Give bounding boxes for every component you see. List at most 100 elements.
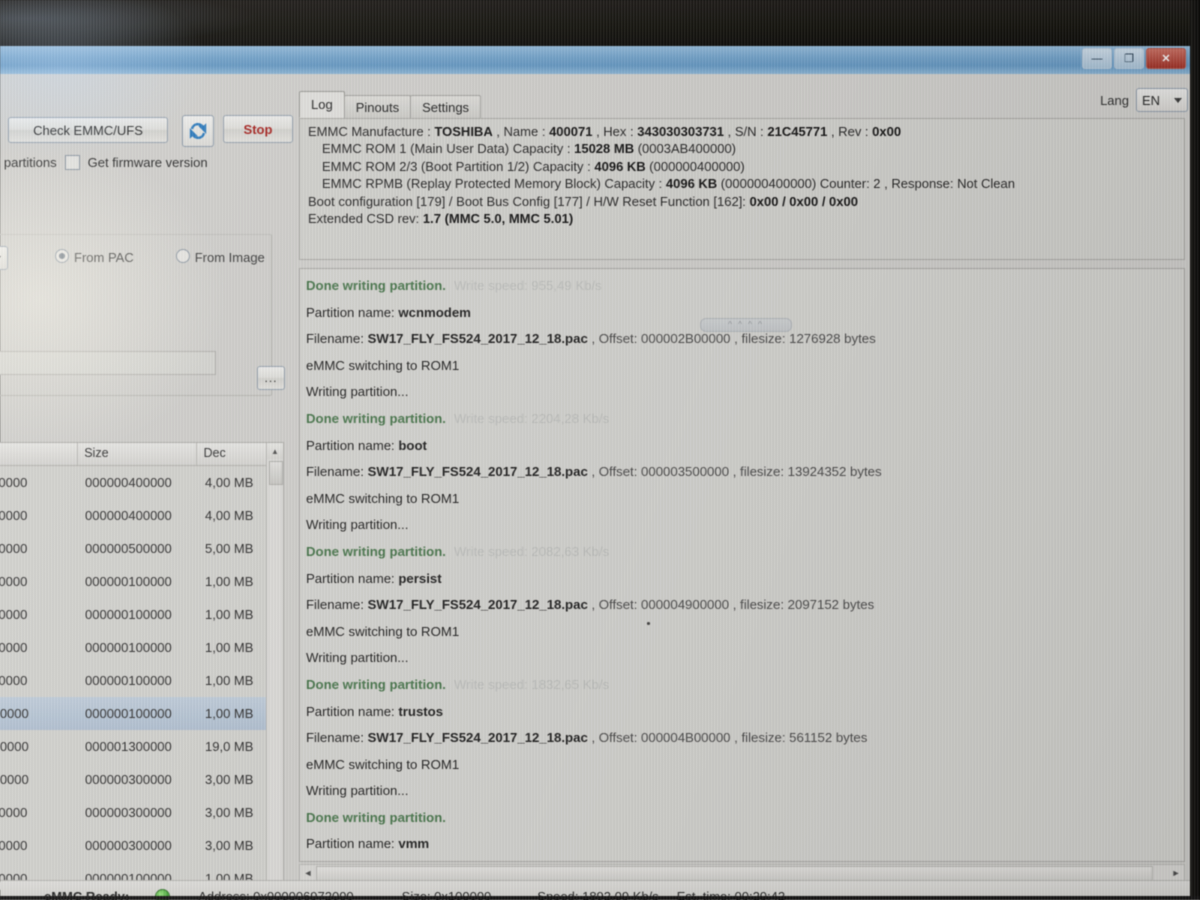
- table-row[interactable]: 0000000000 000000400000 4,00 MB: [0, 499, 283, 532]
- tab-log[interactable]: Log: [299, 91, 345, 118]
- scroll-left-arrow-icon[interactable]: ◄: [300, 865, 316, 881]
- tab-bar: Log Pinouts Settings: [299, 91, 482, 118]
- log-write-speed: Write speed: 955,49 Kb/s: [453, 278, 602, 293]
- table-row[interactable]: 0000B00000 000001300000 19,0 MB: [0, 730, 283, 763]
- table-cell: 000000300000: [85, 772, 172, 787]
- table-cell: 4,00 MB: [205, 508, 254, 523]
- maximize-button[interactable]: ❐: [1114, 48, 1144, 69]
- table-cell: 000000100000: [85, 607, 172, 622]
- emmc-info-label: , Name :: [492, 124, 550, 139]
- emmc-info-label: (000000400000) Counter: 2 , Response: No…: [717, 176, 1015, 192]
- table-cell: 0000900000: [0, 673, 28, 688]
- emmc-info-label: EMMC RPMB (Replay Protected Memory Block…: [322, 176, 666, 192]
- progress-tooltip-ghost: ^ ^ ^ ^: [700, 318, 792, 332]
- browse-button[interactable]: ...: [257, 366, 285, 390]
- table-row[interactable]: 0001E00000 000000300000 3,00 MB: [0, 763, 283, 796]
- emmc-info-lines: EMMC Manufacture : TOSHIBA , Name : 4000…: [308, 123, 1176, 227]
- table-row[interactable]: 0000800000 000000100000 1,00 MB: [0, 631, 283, 664]
- from-pac-radio[interactable]: From PAC: [55, 249, 134, 265]
- table-row[interactable]: 0002100000 000000300000 3,00 MB: [0, 796, 283, 829]
- table-cell: 3,00 MB: [205, 838, 254, 853]
- minimize-button[interactable]: —: [1082, 48, 1112, 69]
- table-cell: 1,00 MB: [205, 706, 254, 721]
- table-cell: 000000500000: [85, 541, 172, 556]
- close-button[interactable]: ✕: [1146, 48, 1186, 69]
- table-row[interactable]: 0000600000 000000100000 1,00 MB: [0, 565, 283, 598]
- log-status-done: Done writing partition.: [306, 543, 446, 559]
- emmc-info-label: , Hex :: [592, 124, 638, 139]
- hscroll-track[interactable]: [316, 866, 1168, 882]
- log-partition-name: vmm: [398, 836, 430, 852]
- emmc-info-label: EMMC ROM 2/3 (Boot Partition 1/2) Capaci…: [322, 158, 595, 174]
- table-cell: 1,00 MB: [205, 574, 254, 589]
- log-filename: SW17_FLY_FS524_2017_12_18.pac: [367, 464, 588, 480]
- column-header-address[interactable]: dress: [0, 443, 79, 465]
- tab-pinouts[interactable]: Pinouts: [343, 95, 412, 118]
- tab-pinouts-label: Pinouts: [355, 99, 400, 115]
- tab-settings[interactable]: Settings: [410, 95, 482, 118]
- table-cell: 3,00 MB: [205, 772, 254, 787]
- scroll-thumb[interactable]: [269, 461, 283, 485]
- emmc-info-value: 400071: [549, 124, 593, 139]
- log-line: Done writing partition. Write speed: 2204…: [306, 406, 1184, 433]
- column-header-size[interactable]: Size: [78, 443, 198, 465]
- log-write-speed: Write speed: 2082,63 Kb/s: [453, 543, 610, 559]
- table-cell: 0001E00000: [0, 772, 29, 787]
- table-cell: 4,00 MB: [205, 475, 254, 490]
- log-filename-label: Filename:: [306, 331, 368, 347]
- log-file-details: , Offset: 000003500000 , filesize: 13924…: [587, 464, 882, 480]
- stop-button[interactable]: Stop: [223, 115, 293, 143]
- log-line: Filename: SW17_FLY_FS524_2017_12_18.pac …: [306, 592, 1184, 619]
- lang-dropdown[interactable]: EN: [1136, 88, 1188, 112]
- table-cell: 1,00 MB: [205, 607, 254, 622]
- get-firmware-version-checkbox[interactable]: [64, 154, 80, 170]
- table-cell: 000000400000: [85, 508, 172, 523]
- chevron-down-icon: [1174, 97, 1182, 103]
- screen-dust-speck: [647, 622, 650, 625]
- emmc-info-label: , S/N :: [724, 124, 768, 139]
- table-row[interactable]: 0000000000 000000400000 4,00 MB: [0, 466, 283, 499]
- table-cell: 0000000000: [0, 475, 28, 490]
- emmc-info-value: 4096 KB: [594, 158, 646, 174]
- table-row[interactable]: 0002400000 000000300000 3,00 MB: [0, 829, 283, 862]
- emmc-info-label: (000000400000): [645, 158, 745, 174]
- get-firmware-version-label[interactable]: Get firmware version: [88, 155, 208, 170]
- log-line: Filename: SW17_FLY_FS524_2017_12_18.pac …: [306, 459, 1184, 486]
- log-line: Done writing partition. Write speed: 1832…: [306, 672, 1184, 699]
- language-selector: Lang EN: [1100, 88, 1188, 112]
- log-line: Done writing partition. Write speed: 2082…: [306, 539, 1184, 566]
- log-output-panel[interactable]: Done writing partition. Write speed: 955,…: [299, 268, 1185, 862]
- log-plain: eMMC switching to ROM1: [306, 357, 460, 373]
- window-titlebar: — ❐ ✕: [0, 46, 1200, 75]
- column-header-dec[interactable]: Dec: [197, 443, 268, 465]
- radio-off-icon: [175, 249, 190, 263]
- partition-table[interactable]: dress Size Dec 0000000000 000000400000 4,0…: [0, 442, 284, 890]
- lang-label: Lang: [1100, 92, 1129, 108]
- scroll-right-arrow-icon[interactable]: ►: [1168, 865, 1184, 881]
- partition-type-dropdown[interactable]: [0, 246, 8, 270]
- table-row[interactable]: 0000900000 000000100000 1,00 MB: [0, 664, 283, 697]
- from-image-radio[interactable]: From Image: [175, 249, 265, 265]
- emmc-info-value: 0x00 / 0x00 / 0x00: [749, 193, 858, 209]
- log-line: Done writing partition. Write speed: 955,…: [306, 273, 1184, 300]
- table-row[interactable]: 0000100000 000000500000 5,00 MB: [0, 532, 283, 565]
- scroll-up-arrow-icon[interactable]: ▲: [267, 443, 283, 459]
- table-cell: 0000600000: [0, 574, 28, 589]
- log-partition-label: Partition name:: [306, 703, 399, 719]
- log-line: eMMC switching to ROM1: [306, 353, 1184, 380]
- log-partition-name: wcnmodem: [398, 304, 471, 320]
- table-row[interactable]: 0000700000 000000100000 1,00 MB: [0, 598, 283, 631]
- log-file-details: , Offset: 000002B00000 , filesize: 12769…: [587, 331, 876, 347]
- read-soft-partitions-label[interactable]: ead soft partitions: [0, 155, 57, 170]
- check-emmc-ufs-button[interactable]: Check EMMC/UFS: [8, 117, 168, 143]
- tab-log-label: Log: [311, 97, 333, 112]
- table-cell: 000000100000: [85, 673, 172, 688]
- log-line: Partition name: persist: [306, 566, 1184, 593]
- log-filename: SW17_FLY_FS524_2017_12_18.pac: [367, 331, 588, 347]
- log-line: Partition name: vmm: [306, 831, 1184, 858]
- image-path-input[interactable]: [0, 351, 216, 375]
- window-controls: — ❐ ✕: [1082, 48, 1186, 69]
- table-row[interactable]: 0000A00000 000000100000 1,00 MB: [0, 697, 283, 730]
- refresh-button[interactable]: [182, 115, 214, 147]
- table-vertical-scrollbar[interactable]: ▲: [266, 443, 283, 889]
